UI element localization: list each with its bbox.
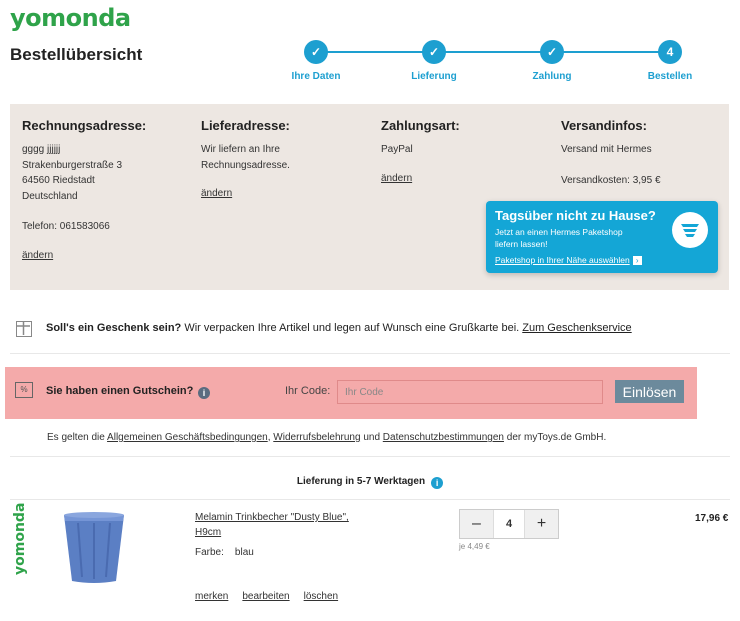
step-label: Ihre Daten xyxy=(291,71,341,82)
gift-description: Wir verpacken Ihre Artikel und legen auf… xyxy=(181,322,523,334)
gift-icon xyxy=(16,321,32,337)
hermes-text-1: Jetzt an einen Hermes Paketshop xyxy=(495,227,623,237)
step-bestellen: 4 Bestellen xyxy=(635,40,705,82)
logo[interactable]: yomonda xyxy=(10,4,131,32)
shipping-address: Lieferadresse: Wir liefern an Ihre Rechn… xyxy=(201,118,371,201)
brand-logo-vertical: yomonda xyxy=(12,502,28,575)
gift-text: Soll's ein Geschenk sein? Wir verpacken … xyxy=(46,322,632,334)
product-color: Farbe: blau xyxy=(195,547,254,558)
quantity-stepper: – 4 + xyxy=(459,509,559,539)
check-icon: ✓ xyxy=(304,40,328,64)
voucher-code-label: Ihr Code: xyxy=(285,385,331,397)
remember-link[interactable]: merken xyxy=(195,591,228,602)
check-icon: ✓ xyxy=(540,40,564,64)
step-label: Lieferung xyxy=(411,71,457,82)
product-image[interactable] xyxy=(60,509,128,585)
shipping-cost: Versandkosten: 3,95 € xyxy=(561,174,661,186)
step-label: Bestellen xyxy=(647,71,693,82)
line-total-price: 17,96 € xyxy=(695,513,729,524)
billing-address: Rechnungsadresse: gggg jjjjjj Strakenbur… xyxy=(22,118,192,263)
gift-service-row: Soll's ein Geschenk sein? Wir verpacken … xyxy=(10,308,730,354)
paketshop-link[interactable]: Paketshop in Ihrer Nähe auswählen xyxy=(495,255,630,265)
terms-suffix: der myToys.de GmbH. xyxy=(503,432,607,443)
product-name-link[interactable]: Melamin Trinkbecher "Dusty Blue", H9cm xyxy=(195,512,349,538)
checkout-stepper: ✓ Ihre Daten ✓ Lieferung ✓ Zahlung 4 Bes… xyxy=(285,40,705,85)
step-ihre-daten[interactable]: ✓ Ihre Daten xyxy=(281,40,351,82)
shipping-info-title: Versandinfos: xyxy=(561,118,647,133)
voucher-label: Sie haben einen Gutschein? xyxy=(46,385,194,397)
billing-name: gggg jjjjjj xyxy=(22,144,61,155)
shipping-line-1: Wir liefern an Ihre xyxy=(201,144,280,155)
payment-title: Zahlungsart: xyxy=(381,118,460,133)
step-zahlung[interactable]: ✓ Zahlung xyxy=(517,40,587,82)
payment-value: PayPal xyxy=(381,144,413,155)
color-label: Farbe: xyxy=(195,547,224,558)
stepper-line xyxy=(320,51,670,53)
color-value: blau xyxy=(234,547,254,558)
product-actions: merken bearbeiten löschen xyxy=(195,591,352,602)
privacy-link[interactable]: Datenschutzbestimmungen xyxy=(383,432,504,443)
voucher-code-input[interactable] xyxy=(337,380,603,404)
billing-street: Strakenburgerstraße 3 xyxy=(22,159,123,171)
edit-link[interactable]: bearbeiten xyxy=(242,591,289,602)
page-title: Bestellübersicht xyxy=(10,45,143,64)
step-lieferung[interactable]: ✓ Lieferung xyxy=(399,40,469,82)
billing-country: Deutschland xyxy=(22,190,78,202)
billing-title: Rechnungsadresse: xyxy=(22,118,147,133)
payment-edit-link[interactable]: ändern xyxy=(381,173,412,184)
redeem-button[interactable]: Einlösen xyxy=(615,380,684,403)
step-label: Zahlung xyxy=(532,71,572,82)
shipping-title: Lieferadresse: xyxy=(201,118,290,133)
increase-quantity-button[interactable]: + xyxy=(525,510,558,538)
agb-link[interactable]: Allgemeinen Geschäftsbedingungen xyxy=(107,432,268,443)
terms-row: Es gelten die Allgemeinen Geschäftsbedin… xyxy=(10,421,730,457)
voucher-icon: % xyxy=(15,382,33,398)
withdrawal-link[interactable]: Widerrufsbelehrung xyxy=(273,432,360,443)
delete-link[interactable]: löschen xyxy=(304,591,338,602)
hermes-shop-icon xyxy=(672,212,708,248)
payment-method: Zahlungsart: PayPal ändern xyxy=(381,118,551,186)
terms-text: Es gelten die Allgemeinen Geschäftsbedin… xyxy=(47,432,606,443)
shipping-carrier: Versand mit Hermes xyxy=(561,144,652,155)
gift-question: Soll's ein Geschenk sein? xyxy=(46,322,182,334)
gift-service-link[interactable]: Zum Geschenkservice xyxy=(522,322,631,334)
decrease-quantity-button[interactable]: – xyxy=(460,510,493,538)
billing-edit-link[interactable]: ändern xyxy=(22,250,53,261)
arrow-right-icon[interactable]: › xyxy=(632,256,642,265)
hermes-paketshop-promo[interactable]: Tagsüber nicht zu Hause? Jetzt an einen … xyxy=(486,201,718,273)
shipping-info: Versandinfos: Versand mit Hermes Versand… xyxy=(561,118,731,188)
step-number: 4 xyxy=(658,40,682,64)
shipping-edit-link[interactable]: ändern xyxy=(201,188,232,199)
billing-phone: Telefon: 061583066 xyxy=(22,221,110,232)
shipping-line-2: Rechnungsadresse. xyxy=(201,159,290,171)
terms-prefix: Es gelten die xyxy=(47,432,108,443)
billing-city: 64560 Riedstadt xyxy=(22,175,95,186)
product-name: Melamin Trinkbecher "Dusty Blue", H9cm xyxy=(195,510,375,540)
info-icon[interactable]: i xyxy=(198,387,210,399)
unit-price: je 4,49 € xyxy=(459,542,490,551)
hermes-text-2: liefern lassen! xyxy=(495,238,548,249)
info-icon[interactable]: i xyxy=(431,477,444,489)
quantity-value[interactable]: 4 xyxy=(493,510,525,538)
terms-separator: und xyxy=(360,432,383,443)
delivery-time-row: Lieferung in 5-7 Werktagen i xyxy=(10,458,730,500)
check-icon: ✓ xyxy=(422,40,446,64)
delivery-time: Lieferung in 5-7 Werktagen xyxy=(296,476,426,487)
voucher-section: % Sie haben einen Gutschein? i Ihr Code:… xyxy=(5,367,697,419)
